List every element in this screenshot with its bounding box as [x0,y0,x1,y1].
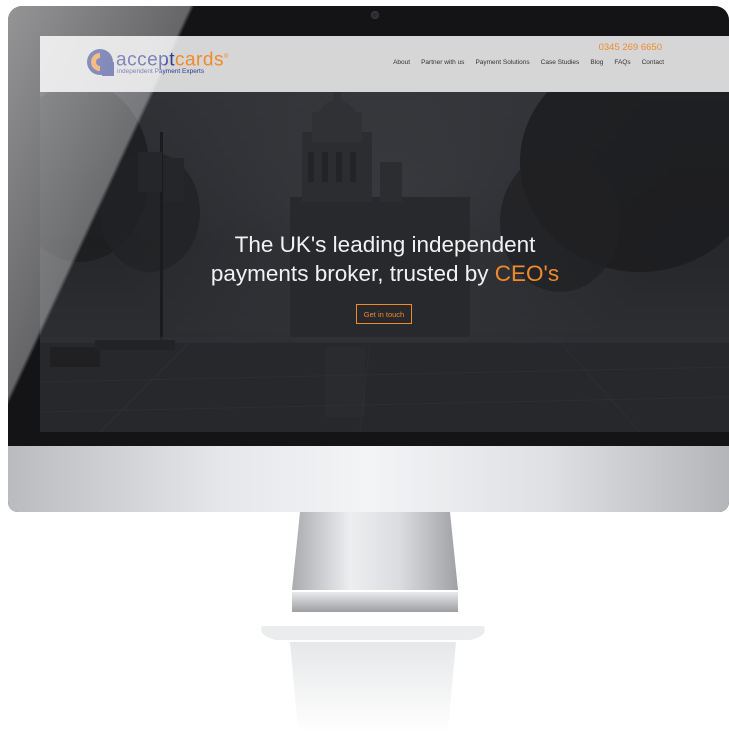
site-logo[interactable]: acceptcards® independent Payment Experts [86,46,246,82]
site-header: acceptcards® independent Payment Experts… [40,36,729,92]
website-screen: acceptcards® independent Payment Experts… [40,36,729,432]
nav-partner-with-us[interactable]: Partner with us [421,59,464,66]
hero-headline-line2: payments broker, trusted by CEO's [40,259,729,288]
stand-reflection [261,626,485,731]
hero-headline-line2-text: payments broker, trusted by [210,261,495,286]
imac-monitor: acceptcards® independent Payment Experts… [8,6,729,512]
camera-icon [371,11,379,19]
hero-headline: The UK's leading independent payments br… [40,230,729,288]
nav-faqs[interactable]: FAQs [614,59,630,66]
main-nav: About Partner with us Payment Solutions … [393,59,664,66]
hero-headline-accent: CEO's [494,261,560,286]
nav-blog[interactable]: Blog [590,59,603,66]
monitor-chin [8,446,729,512]
logo-tagline: independent Payment Experts [117,68,205,75]
nav-case-studies[interactable]: Case Studies [541,59,580,66]
nav-payment-solutions[interactable]: Payment Solutions [475,59,529,66]
logo-wordmark: acceptcards® [116,47,229,70]
get-in-touch-button[interactable]: Get in touch [356,304,412,324]
logo-mark-icon [87,49,114,76]
monitor-stand [292,512,458,612]
nav-contact[interactable]: Contact [642,59,664,66]
logo-trademark: ® [223,54,229,60]
hero-section: The UK's leading independent payments br… [40,92,729,432]
hero-headline-line1: The UK's leading independent [234,232,536,257]
phone-number[interactable]: 0345 269 6650 [599,42,662,53]
nav-about[interactable]: About [393,59,410,66]
